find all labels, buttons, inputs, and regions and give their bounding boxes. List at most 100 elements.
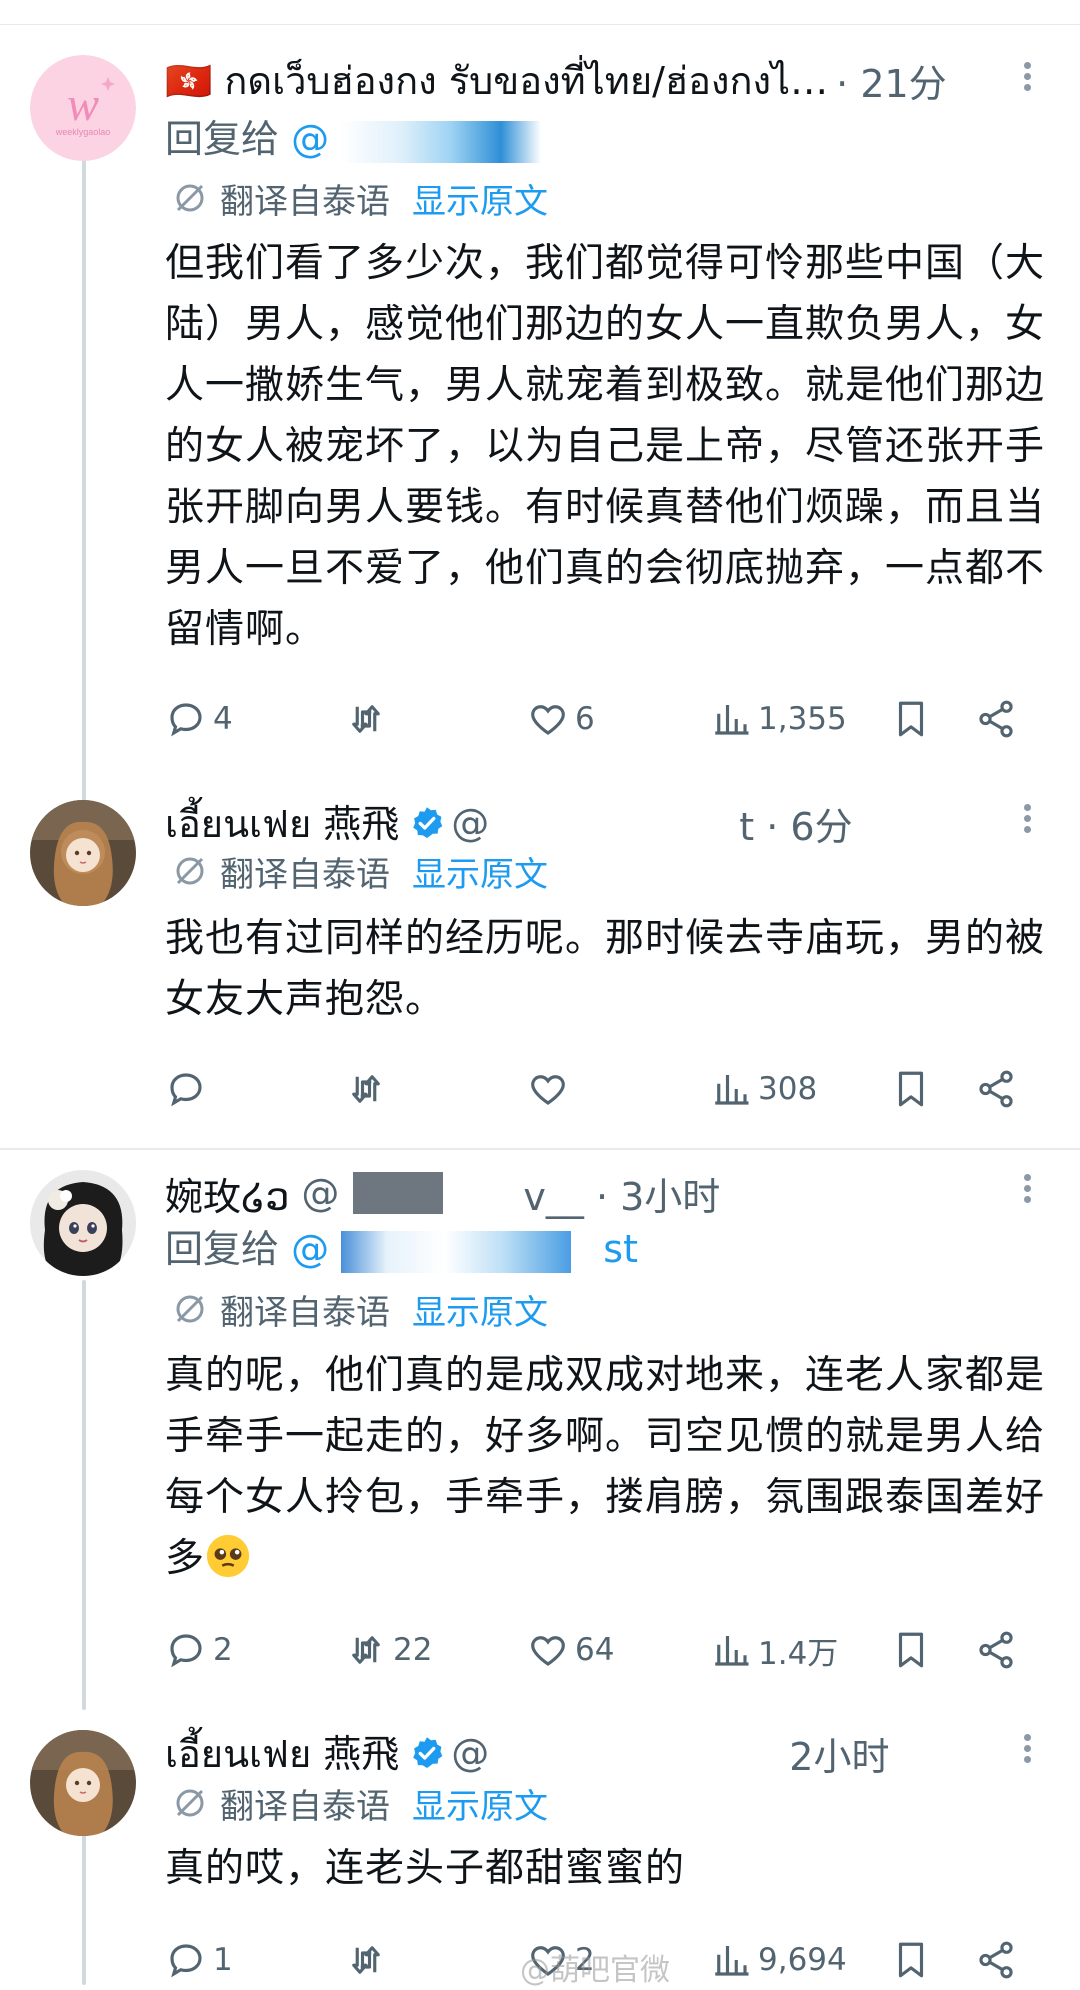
reply-to-handle-suffix[interactable]: st (603, 1227, 638, 1271)
view-count: 9,694 (758, 1942, 847, 1978)
views-chart-icon (715, 1946, 749, 1976)
views-button[interactable]: 308 (710, 1064, 817, 1114)
avatar[interactable] (30, 800, 136, 906)
timestamp[interactable]: 2小时 (789, 1726, 889, 1781)
share-button[interactable] (975, 694, 1017, 744)
user-avatar-illustration (30, 1730, 136, 1836)
bookmark-button[interactable] (890, 1064, 932, 1114)
retweet-button[interactable] (345, 1935, 393, 1985)
post-actions: 308 (165, 1064, 1045, 1114)
like-button[interactable] (527, 1064, 575, 1114)
redacted-handle (443, 1172, 523, 1214)
doll-avatar-illustration (30, 1170, 136, 1276)
svg-text:w: w (67, 78, 99, 131)
reply-to-label: 回复给 (165, 117, 280, 161)
weibo-watermark: @葫吧官微 (520, 1953, 670, 1988)
timestamp[interactable]: · 21分 (836, 53, 947, 108)
reply-to-label: 回复给 (165, 1227, 280, 1271)
translated-from-label: 翻译自泰语 (220, 1786, 390, 1827)
translate-icon (176, 1789, 204, 1817)
post-text: 真的呢，他们真的是成双成对地来，连老人家都是手牵手一起走的，好多啊。司空见惯的就… (165, 1345, 1045, 1589)
timestamp[interactable]: v__ · 3小时 (523, 1166, 720, 1221)
reply-to-line: 回复给 @ st (165, 1218, 638, 1273)
heart-icon (531, 705, 565, 735)
views-chart-icon (715, 705, 749, 735)
share-button[interactable] (975, 1625, 1017, 1675)
heart-icon (531, 1636, 565, 1666)
views-chart-icon (715, 1075, 749, 1105)
reply-count: 1 (213, 1942, 233, 1978)
retweet-button[interactable]: 22 (345, 1625, 432, 1675)
reply-to-line: 回复给 @ (165, 108, 542, 163)
avatar[interactable] (30, 1170, 136, 1276)
view-count: 1,355 (758, 701, 847, 737)
reply-button[interactable]: 4 (165, 694, 233, 744)
user-handle[interactable]: @ (451, 1731, 489, 1775)
user-handle[interactable]: @ (301, 1171, 339, 1215)
post-actions: 4 6 1,355 (165, 694, 1045, 744)
show-original-link[interactable]: 显示原文 (412, 1285, 548, 1334)
reply-button[interactable]: 1 (165, 1935, 233, 1985)
translation-notice: 翻译自泰语 显示原文 (172, 847, 548, 896)
redacted-handle (341, 1230, 572, 1273)
like-button[interactable]: 6 (527, 694, 595, 744)
post-header: 婉玫໒ວ @ v__ · 3小时 (165, 1166, 720, 1221)
reply-button[interactable]: 2 (165, 1625, 233, 1675)
bookmark-icon (898, 1942, 924, 1978)
avatar[interactable] (30, 1730, 136, 1836)
share-icon (979, 1631, 1013, 1669)
more-options-icon[interactable] (1020, 1170, 1034, 1210)
share-button[interactable] (975, 1064, 1017, 1114)
user-avatar-illustration (30, 800, 136, 906)
user-handle[interactable]: @ (451, 801, 489, 845)
more-options-icon[interactable] (1020, 58, 1034, 98)
more-options-icon[interactable] (1020, 1730, 1034, 1770)
display-name[interactable]: เอี้ยนเฟย 燕飛 (165, 793, 399, 854)
bookmark-button[interactable] (890, 1935, 932, 1985)
bookmark-icon (898, 701, 924, 737)
post-header: เอี้ยนเฟย 燕飛 @ 2小时 (165, 1726, 889, 1781)
show-original-link[interactable]: 显示原文 (412, 847, 548, 896)
thread-connector-line (82, 1280, 86, 1710)
bookmark-button[interactable] (890, 1625, 932, 1675)
retweet-icon (352, 1636, 380, 1664)
more-options-icon[interactable] (1020, 800, 1034, 840)
views-button[interactable]: 1.4万 (710, 1625, 838, 1675)
reply-icon (170, 1944, 202, 1978)
like-button[interactable]: 64 (527, 1625, 614, 1675)
bookmark-button[interactable] (890, 694, 932, 744)
retweet-icon (352, 1075, 380, 1103)
retweet-button[interactable] (345, 694, 393, 744)
reply-icon (170, 1073, 202, 1107)
show-original-link[interactable]: 显示原文 (412, 1779, 548, 1828)
retweet-count: 22 (393, 1632, 433, 1668)
post-text: 但我们看了多少次，我们都觉得可怜那些中国（大陆）男人，感觉他们那边的女人一直欺负… (165, 241, 1046, 652)
timestamp[interactable]: t · 6分 (739, 796, 852, 851)
views-button[interactable]: 1,355 (710, 694, 847, 744)
reply-to-handle[interactable]: @ (291, 1227, 329, 1271)
translated-from-label: 翻译自泰语 (220, 181, 390, 222)
redacted-handle (341, 120, 542, 163)
reply-button[interactable] (165, 1064, 213, 1114)
retweet-button[interactable] (345, 1064, 393, 1114)
show-original-link[interactable]: 显示原文 (412, 174, 548, 223)
reply-to-handle[interactable]: @ (291, 117, 329, 161)
views-chart-icon (715, 1636, 749, 1666)
pleading-face-emoji-icon (206, 1534, 250, 1578)
share-button[interactable] (975, 1935, 1017, 1985)
redacted-handle (353, 1172, 444, 1214)
views-button[interactable]: 9,694 (710, 1935, 847, 1985)
display-name[interactable]: เอี้ยนเฟย 燕飛 (165, 1723, 399, 1784)
bookmark-icon (898, 1071, 924, 1107)
reply-icon (170, 703, 202, 737)
post-text: 我也有过同样的经历呢。那时候去寺庙玩，男的被女友大声抱怨。 (165, 916, 1046, 1022)
display-name[interactable]: 🇭🇰 กดเว็บฮ่องกง รับของที่ไทย/ฮ่องกงไ… (165, 50, 828, 111)
translate-icon (176, 1295, 204, 1323)
display-name[interactable]: 婉玫໒ວ (165, 1166, 289, 1221)
avatar[interactable]: w weeklygaolao (30, 55, 136, 161)
redacted-handle (489, 1732, 789, 1774)
verified-badge-icon (413, 807, 443, 838)
retweet-icon (352, 705, 380, 733)
reply-icon (170, 1634, 202, 1668)
post-actions: 2 22 64 1.4万 (165, 1625, 1045, 1675)
